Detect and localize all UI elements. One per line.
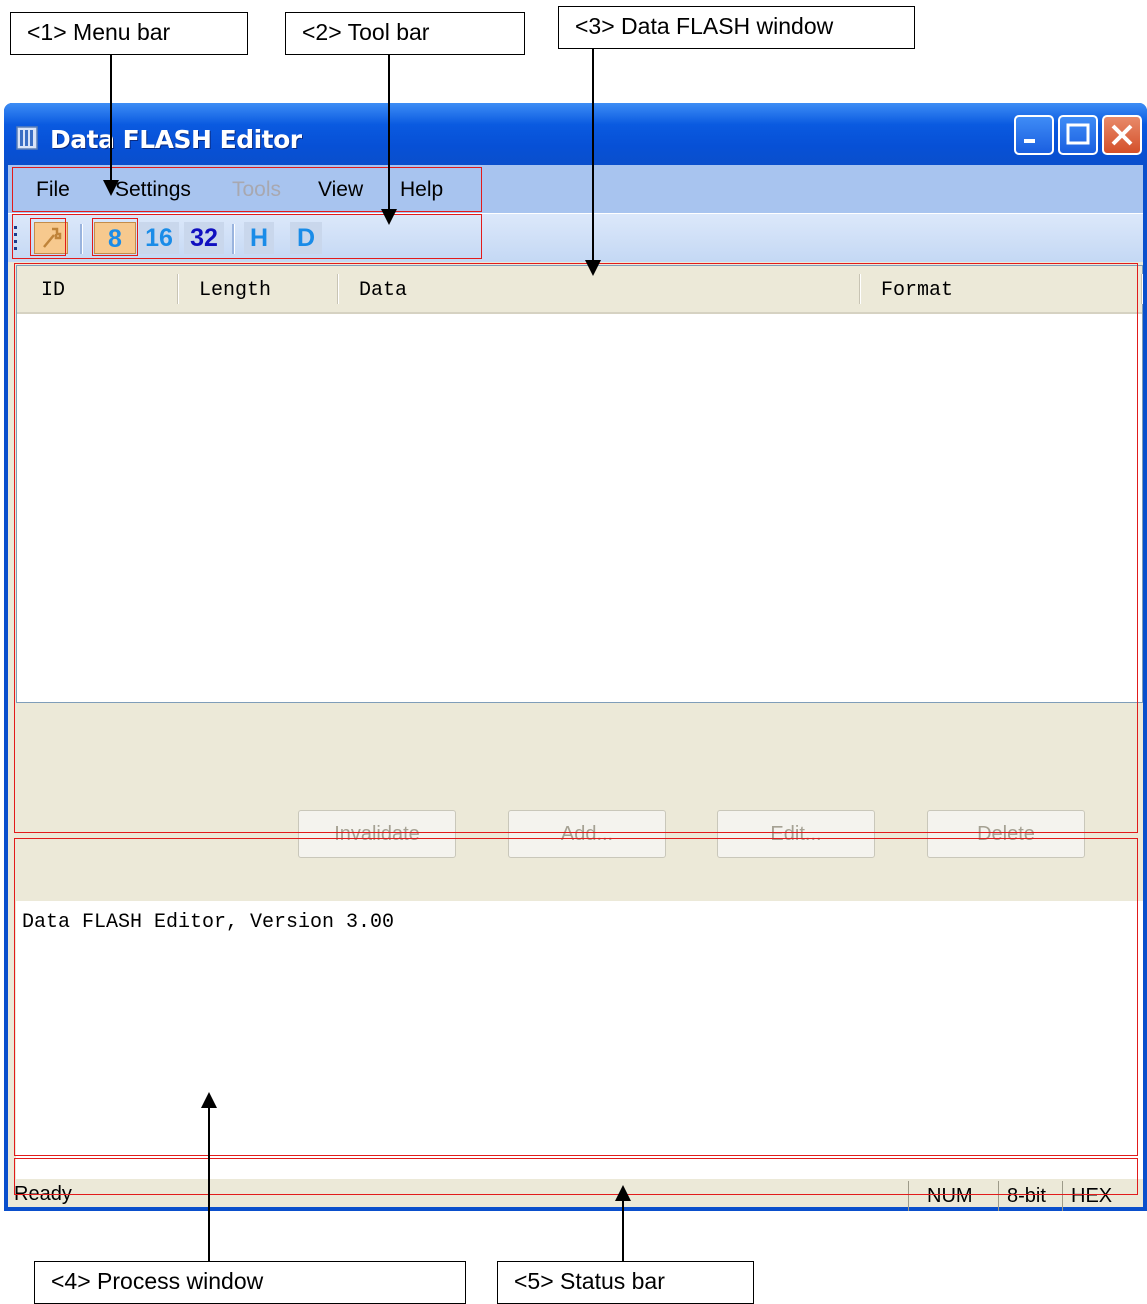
callout-menu-bar: <1> Menu bar: [10, 12, 248, 55]
column-divider[interactable]: [859, 274, 861, 304]
menu-settings[interactable]: Settings: [115, 178, 191, 202]
callout-process-window: <4> Process window: [34, 1261, 466, 1304]
close-button[interactable]: [1102, 115, 1142, 155]
title-bar[interactable]: Data FLASH Editor: [4, 103, 1147, 165]
client-area: File Settings Tools View Help 8 16 32 H …: [8, 165, 1143, 1211]
pointer-line-menu-bar: [110, 55, 112, 182]
pointer-line-tool-bar: [388, 55, 390, 211]
status-format: HEX: [1062, 1181, 1122, 1211]
minimize-icon: [1024, 139, 1035, 143]
column-data[interactable]: Data: [359, 266, 407, 312]
bits-32-button[interactable]: 32: [184, 222, 224, 254]
toolbar-separator: [232, 224, 235, 254]
arrow-up-icon: [615, 1185, 631, 1201]
arrow-down-icon: [103, 180, 119, 196]
invalidate-button[interactable]: Invalidate: [298, 810, 456, 858]
bits-8-button[interactable]: 8: [94, 222, 136, 254]
status-text: Ready: [14, 1183, 72, 1205]
toolbar-separator: [80, 224, 83, 254]
menu-tools: Tools: [232, 178, 282, 201]
close-icon: [1111, 124, 1133, 146]
callout-tool-bar: <2> Tool bar: [285, 12, 525, 55]
callout-status-bar: <5> Status bar: [497, 1261, 754, 1304]
column-divider[interactable]: [177, 274, 179, 304]
menu-help[interactable]: Help: [400, 178, 443, 202]
column-divider[interactable]: [1141, 274, 1143, 304]
maximize-icon: [1066, 123, 1090, 145]
status-num: NUM: [908, 1181, 998, 1211]
process-text: Data FLASH Editor, Version 3.00: [22, 911, 395, 934]
data-flash-list[interactable]: ID Length Data Format: [16, 265, 1143, 703]
delete-button[interactable]: Delete: [927, 810, 1085, 858]
tool-bar: 8 16 32 H D: [8, 213, 1143, 262]
menu-view[interactable]: View: [318, 178, 363, 202]
process-window[interactable]: Data FLASH Editor, Version 3.00: [16, 901, 1143, 1179]
bits-16-button[interactable]: 16: [139, 222, 179, 254]
menu-bar: File Settings Tools View Help: [8, 165, 1143, 213]
app-window: Data FLASH Editor File Settings Tools Vi…: [4, 103, 1147, 1211]
add-button[interactable]: Add...: [508, 810, 666, 858]
wrench-icon: [43, 227, 62, 248]
dec-button[interactable]: D: [290, 222, 322, 254]
arrow-up-icon: [201, 1092, 217, 1108]
minimize-button[interactable]: [1014, 115, 1054, 155]
column-id[interactable]: ID: [41, 266, 65, 312]
pointer-line-data-flash-window: [592, 49, 594, 262]
connect-tool-button[interactable]: [34, 222, 68, 254]
column-length[interactable]: Length: [199, 266, 271, 312]
maximize-button[interactable]: [1058, 115, 1098, 155]
callout-data-flash-window: <3> Data FLASH window: [558, 6, 915, 49]
edit-button[interactable]: Edit...: [717, 810, 875, 858]
toolbar-grip[interactable]: [14, 226, 17, 252]
app-icon: [16, 126, 38, 150]
pointer-line-process-window: [208, 1105, 210, 1262]
column-divider[interactable]: [337, 274, 339, 304]
status-bar: Ready NUM 8-bit HEX: [8, 1181, 1143, 1211]
status-bits: 8-bit: [998, 1181, 1062, 1211]
menu-file[interactable]: File: [36, 178, 70, 202]
arrow-down-icon: [585, 260, 601, 276]
hex-button[interactable]: H: [244, 222, 274, 254]
column-format[interactable]: Format: [881, 266, 953, 312]
arrow-down-icon: [381, 209, 397, 225]
window-title: Data FLASH Editor: [50, 125, 302, 154]
list-header: ID Length Data Format: [17, 266, 1143, 314]
pointer-line-status-bar: [622, 1198, 624, 1262]
